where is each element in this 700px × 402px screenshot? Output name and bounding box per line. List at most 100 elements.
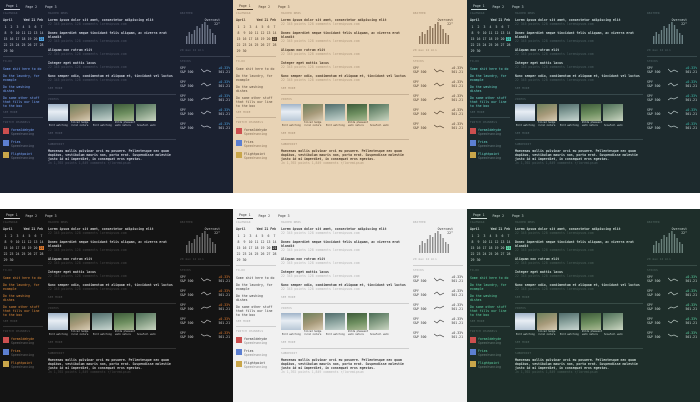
calendar-day[interactable]: 6 — [500, 234, 505, 238]
stock-row[interactable]: SPY S&P 500 +0.33% 501.21 — [413, 122, 463, 130]
calendar-day[interactable]: 24 — [482, 43, 487, 47]
stock-row[interactable]: SPY S&P 500 +0.33% 501.21 — [647, 303, 697, 311]
news-item[interactable]: Nunc semper odio, condimentum et aliquam… — [515, 74, 643, 82]
calendar-day[interactable]: 8 — [470, 31, 475, 35]
video-thumbnail[interactable]: Snowfall walk — [136, 104, 156, 127]
calendar-day[interactable]: 12 — [494, 240, 499, 244]
stock-row[interactable]: SPY S&P 500 +0.33% 501.21 — [180, 317, 230, 325]
calendar-day[interactable]: 2 — [9, 25, 14, 29]
subreddit-post[interactable]: Maecenas mollis pulvinar orci eu posuere… — [515, 358, 643, 374]
calendar-day[interactable]: 7 — [272, 25, 277, 29]
stock-row[interactable]: SPY S&P 500 +0.33% 501.21 — [647, 289, 697, 297]
tab-page-1[interactable]: Page 1 — [237, 3, 253, 10]
todo-item[interactable]: Do the laundry, for example — [3, 283, 43, 291]
calendar-day[interactable]: 6 — [266, 234, 271, 238]
tab-page-1[interactable]: Page 1 — [237, 212, 253, 219]
stock-row[interactable]: SPY S&P 500 +0.33% 501.21 — [413, 317, 463, 325]
stock-row[interactable]: SPY S&P 500 +0.33% 501.21 — [647, 331, 697, 339]
calendar-day[interactable]: 17 — [482, 37, 487, 41]
todo-see-more[interactable]: SEE MORE — [236, 110, 276, 114]
video-thumbnail[interactable]: Snowfall walk — [136, 313, 156, 336]
stock-row[interactable]: SPY S&P 500 +0.33% 501.21 — [413, 303, 463, 311]
calendar-day[interactable]: 30 — [242, 49, 247, 53]
calendar-day[interactable]: 22 — [3, 252, 8, 256]
videos-see-more[interactable]: SEE MORE — [515, 131, 643, 135]
calendar-day[interactable]: 11 — [21, 31, 26, 35]
stock-row[interactable]: SPY S&P 500 +0.33% 501.21 — [180, 108, 230, 116]
calendar-day[interactable]: 26 — [260, 252, 265, 256]
calendar-day[interactable]: 4 — [21, 25, 26, 29]
stock-row[interactable]: SPY S&P 500 +0.33% 501.21 — [180, 66, 230, 74]
calendar-day[interactable]: 3 — [248, 25, 253, 29]
calendar-day[interactable]: 19 — [260, 246, 265, 250]
tab-page-2[interactable]: Page 2 — [257, 4, 273, 10]
calendar-day[interactable]: 12 — [27, 240, 32, 244]
tab-page-3[interactable]: Page 3 — [43, 4, 59, 10]
news-item[interactable]: Donec imperdiet neque tincidunt felis al… — [48, 31, 176, 43]
calendar-day[interactable]: 27 — [33, 252, 38, 256]
todo-item[interactable]: Do the washing dishes — [236, 294, 276, 302]
todo-see-more[interactable]: SEE MORE — [3, 319, 43, 323]
tab-page-2[interactable]: Page 2 — [24, 213, 40, 219]
calendar-day[interactable]: 13 — [500, 31, 505, 35]
calendar-day[interactable]: 29 — [236, 49, 241, 53]
video-thumbnail[interactable]: Bird watching — [281, 313, 301, 336]
news-see-more[interactable]: SEE MORE — [48, 295, 176, 299]
subreddit-title[interactable]: Maecenas mollis pulvinar orci eu posuere… — [515, 358, 643, 370]
channel-item[interactable]: Flightpoint Speedrunning — [236, 151, 276, 160]
calendar-day[interactable]: 13 — [500, 240, 505, 244]
todo-item[interactable]: Do the laundry, for example — [236, 283, 276, 291]
video-thumbnail[interactable]: Snowfall walk — [603, 104, 623, 127]
video-thumbnail[interactable]: Bird watching — [325, 313, 345, 336]
calendar-day[interactable]: 20 — [33, 37, 38, 41]
calendar-day[interactable]: 21 — [272, 37, 277, 42]
calendar-day[interactable]: 25 — [254, 252, 259, 256]
calendar-day[interactable]: 27 — [500, 252, 505, 256]
stock-row[interactable]: SPY S&P 500 +0.33% 501.21 — [413, 80, 463, 88]
video-thumbnail[interactable]: Sliced hedge rural nature — [537, 313, 557, 336]
calendar-day[interactable]: 1 — [470, 25, 475, 29]
calendar-day[interactable]: 15 — [470, 246, 475, 250]
calendar-day[interactable]: 25 — [488, 43, 493, 47]
news-item[interactable]: Lorem ipsum dolor sit amet, consectetur … — [281, 18, 409, 26]
subreddit-title[interactable]: Maecenas mollis pulvinar orci eu posuere… — [281, 358, 409, 370]
calendar-day[interactable]: 26 — [27, 252, 32, 256]
news-title[interactable]: Donec imperdiet neque tincidunt felis al… — [281, 31, 409, 39]
calendar-day[interactable]: 26 — [494, 252, 499, 256]
video-thumbnail[interactable]: Sliced hedge rural nature — [537, 104, 557, 127]
todo-see-more[interactable]: SEE MORE — [470, 319, 510, 323]
video-thumbnail[interactable]: Bird watching — [92, 104, 112, 127]
video-thumbnail[interactable]: Bird watching — [281, 104, 301, 127]
calendar-day[interactable]: 10 — [15, 240, 20, 244]
calendar-day[interactable]: 18 — [21, 246, 26, 250]
channel-item[interactable]: Flightpoint Speedrunning — [236, 360, 276, 369]
channel-item[interactable]: formaldehyde Speedrunning — [3, 336, 43, 345]
channel-item[interactable]: formaldehyde Speedrunning — [236, 336, 276, 345]
calendar-day[interactable]: 18 — [254, 37, 259, 41]
calendar-day[interactable]: 13 — [266, 31, 271, 35]
calendar-day[interactable]: 9 — [9, 240, 14, 244]
todo-item[interactable]: Do some other stuff that fills our line … — [470, 96, 510, 108]
calendar-day[interactable]: 18 — [21, 37, 26, 41]
video-thumbnail[interactable]: Sliced hedge rural nature — [303, 313, 323, 336]
calendar-day[interactable]: 8 — [3, 31, 8, 35]
calendar-day[interactable]: 14 — [39, 31, 44, 35]
video-thumbnail[interactable]: Snowfall walk — [603, 313, 623, 336]
stock-row[interactable]: SPY S&P 500 +0.33% 501.21 — [180, 80, 230, 88]
calendar-day[interactable]: 29 — [470, 258, 475, 262]
calendar-day[interactable]: 7 — [39, 234, 44, 238]
calendar-day[interactable]: 24 — [248, 43, 253, 47]
calendar-day[interactable]: 14 — [272, 31, 277, 35]
video-thumbnail[interactable]: Wilde pheasant walk nature — [114, 104, 135, 127]
calendar-day[interactable]: 29 — [3, 49, 8, 53]
todo-item[interactable]: Do the washing dishes — [236, 85, 276, 93]
video-thumbnail[interactable]: Sliced hedge rural nature — [70, 104, 90, 127]
calendar-day[interactable]: 27 — [33, 43, 38, 47]
news-item[interactable]: Nunc semper odio, condimentum et aliquam… — [281, 74, 409, 82]
calendar-day[interactable]: 30 — [476, 258, 481, 262]
calendar-day[interactable]: 10 — [248, 240, 253, 244]
stock-row[interactable]: SPY S&P 500 +0.33% 501.21 — [647, 122, 697, 130]
stock-row[interactable]: SPY S&P 500 +0.33% 501.21 — [647, 108, 697, 116]
calendar-day[interactable]: 3 — [15, 234, 20, 238]
todo-item[interactable]: Do the washing dishes — [3, 294, 43, 302]
